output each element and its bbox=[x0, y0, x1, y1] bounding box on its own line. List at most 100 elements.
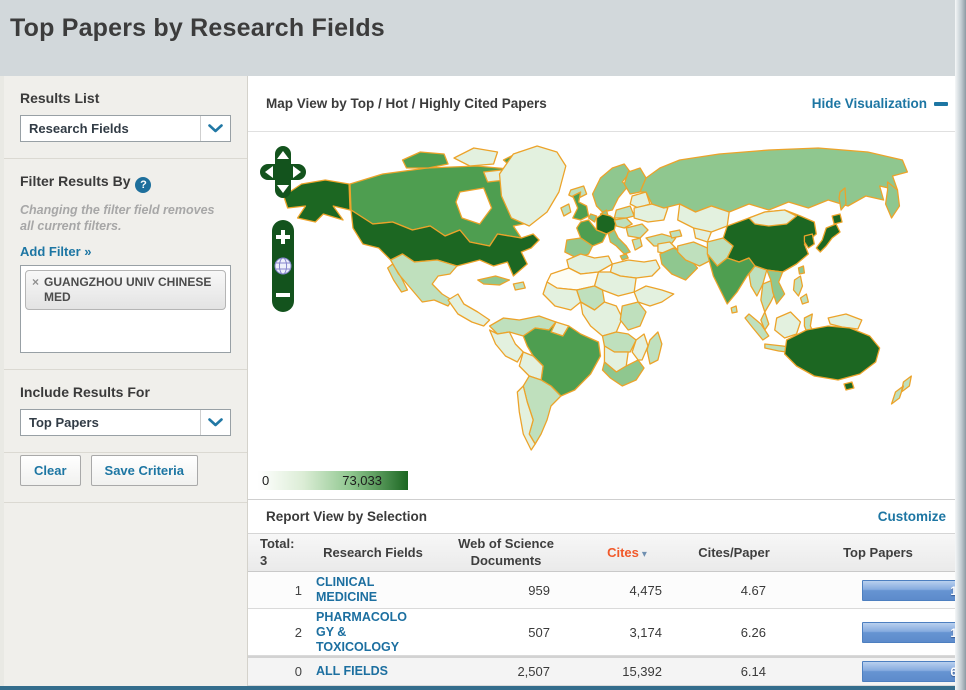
region-central-america[interactable] bbox=[448, 294, 490, 326]
hide-visualization-link[interactable]: Hide Visualization bbox=[812, 96, 948, 111]
region-scandinavia[interactable] bbox=[593, 164, 631, 212]
country-hispaniola[interactable] bbox=[513, 282, 525, 290]
pan-cross-icon[interactable] bbox=[260, 146, 306, 198]
cites-value: 4,475 bbox=[568, 583, 670, 598]
country-poland[interactable] bbox=[614, 206, 634, 218]
country-madagascar[interactable] bbox=[647, 332, 662, 364]
country-italy[interactable] bbox=[608, 230, 630, 260]
map-pan-control[interactable] bbox=[260, 146, 306, 203]
region-east-africa[interactable] bbox=[620, 302, 646, 330]
results-list-dropdown[interactable]: Research Fields bbox=[20, 115, 231, 142]
report-view-title: Report View by Selection bbox=[266, 509, 427, 524]
report-view-header: Report View by Selection Customize bbox=[248, 500, 966, 534]
column-header-cites[interactable]: Cites▾ bbox=[576, 545, 678, 560]
collapse-minus-icon bbox=[934, 102, 948, 106]
customize-link[interactable]: Customize bbox=[878, 509, 946, 524]
top-papers-bar: 1 bbox=[862, 580, 961, 601]
filter-section: Filter Results By? Changing the filter f… bbox=[4, 159, 247, 370]
map-zoom-control[interactable] bbox=[272, 220, 294, 317]
main-panel: Map View by Top / Hot / Highly Cited Pap… bbox=[248, 76, 966, 686]
research-field-link[interactable]: CLINICAL MEDICINE bbox=[302, 575, 414, 605]
row-rank: 1 bbox=[248, 583, 302, 598]
country-new-zealand[interactable] bbox=[892, 376, 912, 404]
save-criteria-button[interactable]: Save Criteria bbox=[91, 455, 199, 486]
country-russia[interactable] bbox=[640, 148, 907, 212]
world-map-visualization: 0 73,033 bbox=[248, 132, 966, 501]
arctic-island[interactable] bbox=[402, 152, 448, 168]
country-greece[interactable] bbox=[632, 238, 642, 250]
island-sakhalin[interactable] bbox=[839, 188, 846, 210]
results-list-selected-value: Research Fields bbox=[21, 121, 129, 136]
country-australia[interactable] bbox=[785, 326, 880, 380]
region-kamchatka[interactable] bbox=[886, 182, 900, 218]
filter-note: Changing the filter field removes all cu… bbox=[20, 202, 231, 235]
remove-filter-icon[interactable]: × bbox=[32, 275, 39, 305]
top-papers-bar: 6 bbox=[862, 661, 961, 682]
sidebar-buttons: Clear Save Criteria bbox=[4, 453, 247, 503]
hide-visualization-label: Hide Visualization bbox=[812, 96, 927, 111]
country-ireland[interactable] bbox=[561, 204, 571, 216]
island-tasmania[interactable] bbox=[844, 382, 854, 390]
chevron-down-icon[interactable] bbox=[200, 410, 230, 435]
map-view-header: Map View by Top / Hot / Highly Cited Pap… bbox=[248, 76, 966, 132]
sidebar: Results List Research Fields Filter Resu… bbox=[4, 76, 248, 686]
include-results-selected-value: Top Papers bbox=[21, 415, 99, 430]
content: Results List Research Fields Filter Resu… bbox=[0, 76, 966, 686]
country-south-korea[interactable] bbox=[804, 234, 814, 248]
country-sri-lanka[interactable] bbox=[731, 306, 737, 313]
region-central-europe[interactable] bbox=[614, 218, 632, 228]
add-filter-link[interactable]: Add Filter » bbox=[20, 244, 92, 259]
country-philippines[interactable] bbox=[794, 276, 809, 304]
globe-icon[interactable] bbox=[275, 258, 291, 274]
report-table-header: Total: 3 Research Fields Web of Science … bbox=[248, 534, 966, 572]
column-header-cites-per-paper[interactable]: Cites/Paper bbox=[678, 545, 790, 560]
total-count: Total: 3 bbox=[248, 536, 310, 569]
filter-list-box: × GUANGZHOU UNIV CHINESE MED bbox=[20, 265, 231, 353]
island-borneo[interactable] bbox=[775, 312, 801, 338]
zoom-out-icon[interactable] bbox=[276, 293, 290, 297]
total-label: Total: bbox=[260, 536, 310, 552]
cites-per-paper-value: 4.67 bbox=[670, 583, 782, 598]
cites-value: 3,174 bbox=[568, 625, 670, 640]
clear-button[interactable]: Clear bbox=[20, 455, 81, 486]
results-list-label: Results List bbox=[20, 90, 231, 106]
column-header-research-fields[interactable]: Research Fields bbox=[310, 545, 436, 560]
legend-min-value: 0 bbox=[262, 471, 269, 490]
country-mozambique[interactable] bbox=[632, 334, 648, 360]
choropleth-world-map[interactable] bbox=[254, 134, 944, 466]
country-taiwan[interactable] bbox=[798, 266, 804, 274]
map-view-title: Map View by Top / Hot / Highly Cited Pap… bbox=[266, 96, 547, 111]
cites-per-paper-value: 6.14 bbox=[670, 664, 782, 679]
column-header-top-papers[interactable]: Top Papers bbox=[790, 545, 966, 560]
vertical-scrollbar[interactable] bbox=[955, 0, 966, 690]
legend-max-value: 73,033 bbox=[342, 471, 382, 490]
include-results-dropdown[interactable]: Top Papers bbox=[20, 409, 231, 436]
total-value: 3 bbox=[260, 553, 310, 569]
country-ethiopia[interactable] bbox=[634, 286, 674, 306]
filter-label: Filter Results By? bbox=[20, 173, 231, 193]
cites-per-paper-value: 6.26 bbox=[670, 625, 782, 640]
table-row: 2 PHARMACOLOGY & TOXICOLOGY 507 3,174 6.… bbox=[248, 609, 966, 656]
research-field-link[interactable]: PHARMACOLOGY & TOXICOLOGY bbox=[302, 610, 414, 655]
wos-documents-value: 959 bbox=[428, 583, 568, 598]
results-list-section: Results List Research Fields bbox=[4, 76, 247, 159]
country-japan[interactable] bbox=[816, 214, 842, 252]
bottom-border-strip bbox=[0, 686, 966, 690]
map-color-scale-legend: 0 73,033 bbox=[258, 471, 408, 490]
help-icon[interactable]: ? bbox=[135, 177, 151, 193]
chevron-down-icon[interactable] bbox=[200, 116, 230, 141]
arctic-island[interactable] bbox=[454, 148, 498, 166]
research-field-link[interactable]: ALL FIELDS bbox=[302, 664, 414, 679]
filter-chip-label: GUANGZHOU UNIV CHINESE MED bbox=[44, 275, 219, 305]
region-congo[interactable] bbox=[581, 302, 623, 336]
filter-chip[interactable]: × GUANGZHOU UNIV CHINESE MED bbox=[25, 270, 226, 310]
country-cuba[interactable] bbox=[478, 276, 510, 285]
include-results-label: Include Results For bbox=[20, 384, 231, 400]
table-row: 0 ALL FIELDS 2,507 15,392 6.14 6 bbox=[248, 656, 966, 686]
region-central-asia[interactable] bbox=[678, 204, 729, 242]
region-caucasus[interactable] bbox=[670, 230, 682, 238]
row-rank: 0 bbox=[248, 664, 302, 679]
region-balkans[interactable] bbox=[626, 224, 648, 238]
column-header-wos-documents[interactable]: Web of Science Documents bbox=[436, 536, 576, 569]
sort-desc-icon[interactable]: ▾ bbox=[642, 549, 647, 560]
